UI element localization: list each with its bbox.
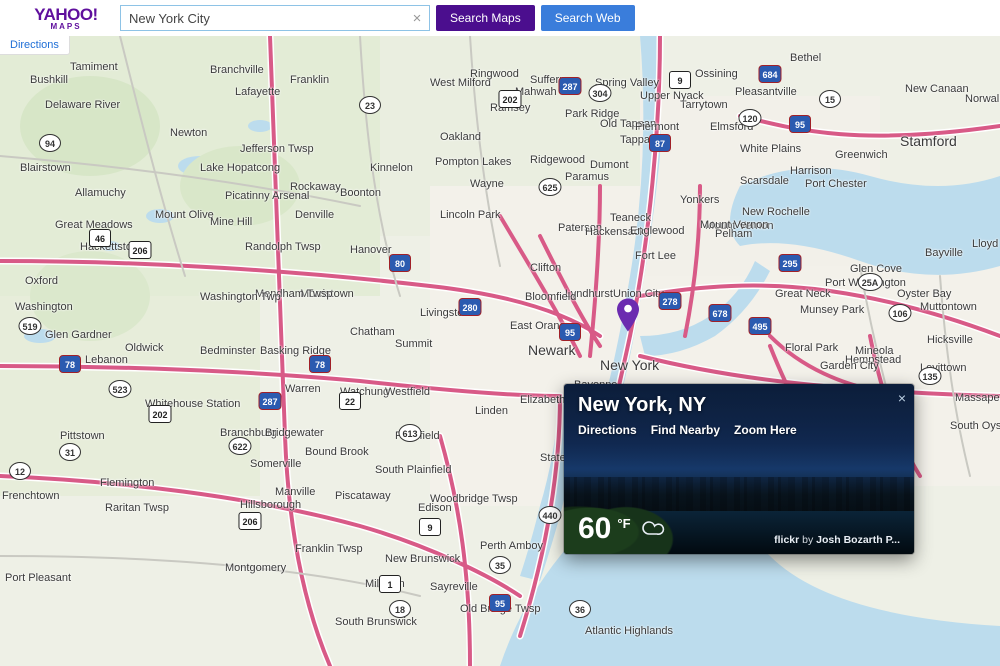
highway-shield: 78 xyxy=(59,355,81,373)
card-action-zoom-here[interactable]: Zoom Here xyxy=(734,423,797,437)
highway-shield: 87 xyxy=(649,134,671,152)
highway-shield: 206 xyxy=(238,512,261,530)
highway-shield: 280 xyxy=(458,298,481,316)
highway-shield: 495 xyxy=(748,317,771,335)
highway-shield: 613 xyxy=(398,424,421,442)
search-input[interactable] xyxy=(120,5,430,31)
highway-shield: 304 xyxy=(588,84,611,102)
highway-shield: 287 xyxy=(258,392,281,410)
search-wrap: × Search Maps Search Web xyxy=(120,5,635,31)
card-action-find-nearby[interactable]: Find Nearby xyxy=(651,423,720,437)
highway-shield: 95 xyxy=(559,323,581,341)
highway-shield: 9 xyxy=(419,518,441,536)
search-maps-button[interactable]: Search Maps xyxy=(436,5,535,31)
place-card: ×New York, NY Directions Find Nearby Zoom H… xyxy=(564,384,914,554)
highway-shield: 278 xyxy=(658,292,681,310)
partly-cloudy-night-icon xyxy=(641,518,669,538)
highway-shield: 135 xyxy=(918,367,941,385)
highway-shield: 36 xyxy=(569,600,591,618)
highway-shield: 95 xyxy=(789,115,811,133)
photo-credit: flickr by Josh Bozarth P... xyxy=(774,534,900,546)
highway-shield: 684 xyxy=(758,65,781,83)
highway-shield: 625 xyxy=(538,178,561,196)
highway-shield: 1 xyxy=(379,575,401,593)
highway-shield: 120 xyxy=(738,109,761,127)
card-action-directions[interactable]: Directions xyxy=(578,423,637,437)
highway-shield: 523 xyxy=(108,380,131,398)
highway-shield: 23 xyxy=(359,96,381,114)
highway-shield: 622 xyxy=(228,437,251,455)
weather: 60 °F xyxy=(578,512,669,546)
highway-shield: 202 xyxy=(498,90,521,108)
highway-shield: 15 xyxy=(819,90,841,108)
highway-shield: 95 xyxy=(489,594,511,612)
highway-shield: 202 xyxy=(148,405,171,423)
highway-shield: 440 xyxy=(538,506,561,524)
highway-shield: 519 xyxy=(18,317,41,335)
highway-shield: 35 xyxy=(489,556,511,574)
highway-shield: 22 xyxy=(339,392,361,410)
highway-shield: 46 xyxy=(89,229,111,247)
search-web-button[interactable]: Search Web xyxy=(541,5,635,31)
highway-shield: 9 xyxy=(669,71,691,89)
highway-shield: 206 xyxy=(128,241,151,259)
temperature-unit: °F xyxy=(617,516,630,531)
map-canvas[interactable]: New YorkNewarkPatersonElizabethStamfordY… xyxy=(0,36,1000,666)
highway-shield: 18 xyxy=(389,600,411,618)
highway-shield: 287 xyxy=(558,77,581,95)
clear-icon[interactable]: × xyxy=(408,9,426,27)
highway-shield: 295 xyxy=(778,254,801,272)
highway-shield: 106 xyxy=(888,304,911,322)
logo[interactable]: YAHOO! MAPS xyxy=(22,6,110,31)
logo-main: YAHOO! xyxy=(22,6,110,23)
highway-shield: 94 xyxy=(39,134,61,152)
close-icon[interactable]: × xyxy=(898,390,906,406)
temperature-value: 60 xyxy=(578,512,611,546)
directions-tab[interactable]: Directions xyxy=(0,36,70,55)
highway-shield: 25A xyxy=(858,273,883,291)
card-title: New York, NY xyxy=(578,394,900,417)
search-box: × xyxy=(120,5,430,31)
highway-shield: 12 xyxy=(9,462,31,480)
highway-shield: 80 xyxy=(389,254,411,272)
highway-shield: 678 xyxy=(708,304,731,322)
highway-shield: 78 xyxy=(309,355,331,373)
highway-shield: 31 xyxy=(59,443,81,461)
header: YAHOO! MAPS × Search Maps Search Web xyxy=(0,0,1000,36)
